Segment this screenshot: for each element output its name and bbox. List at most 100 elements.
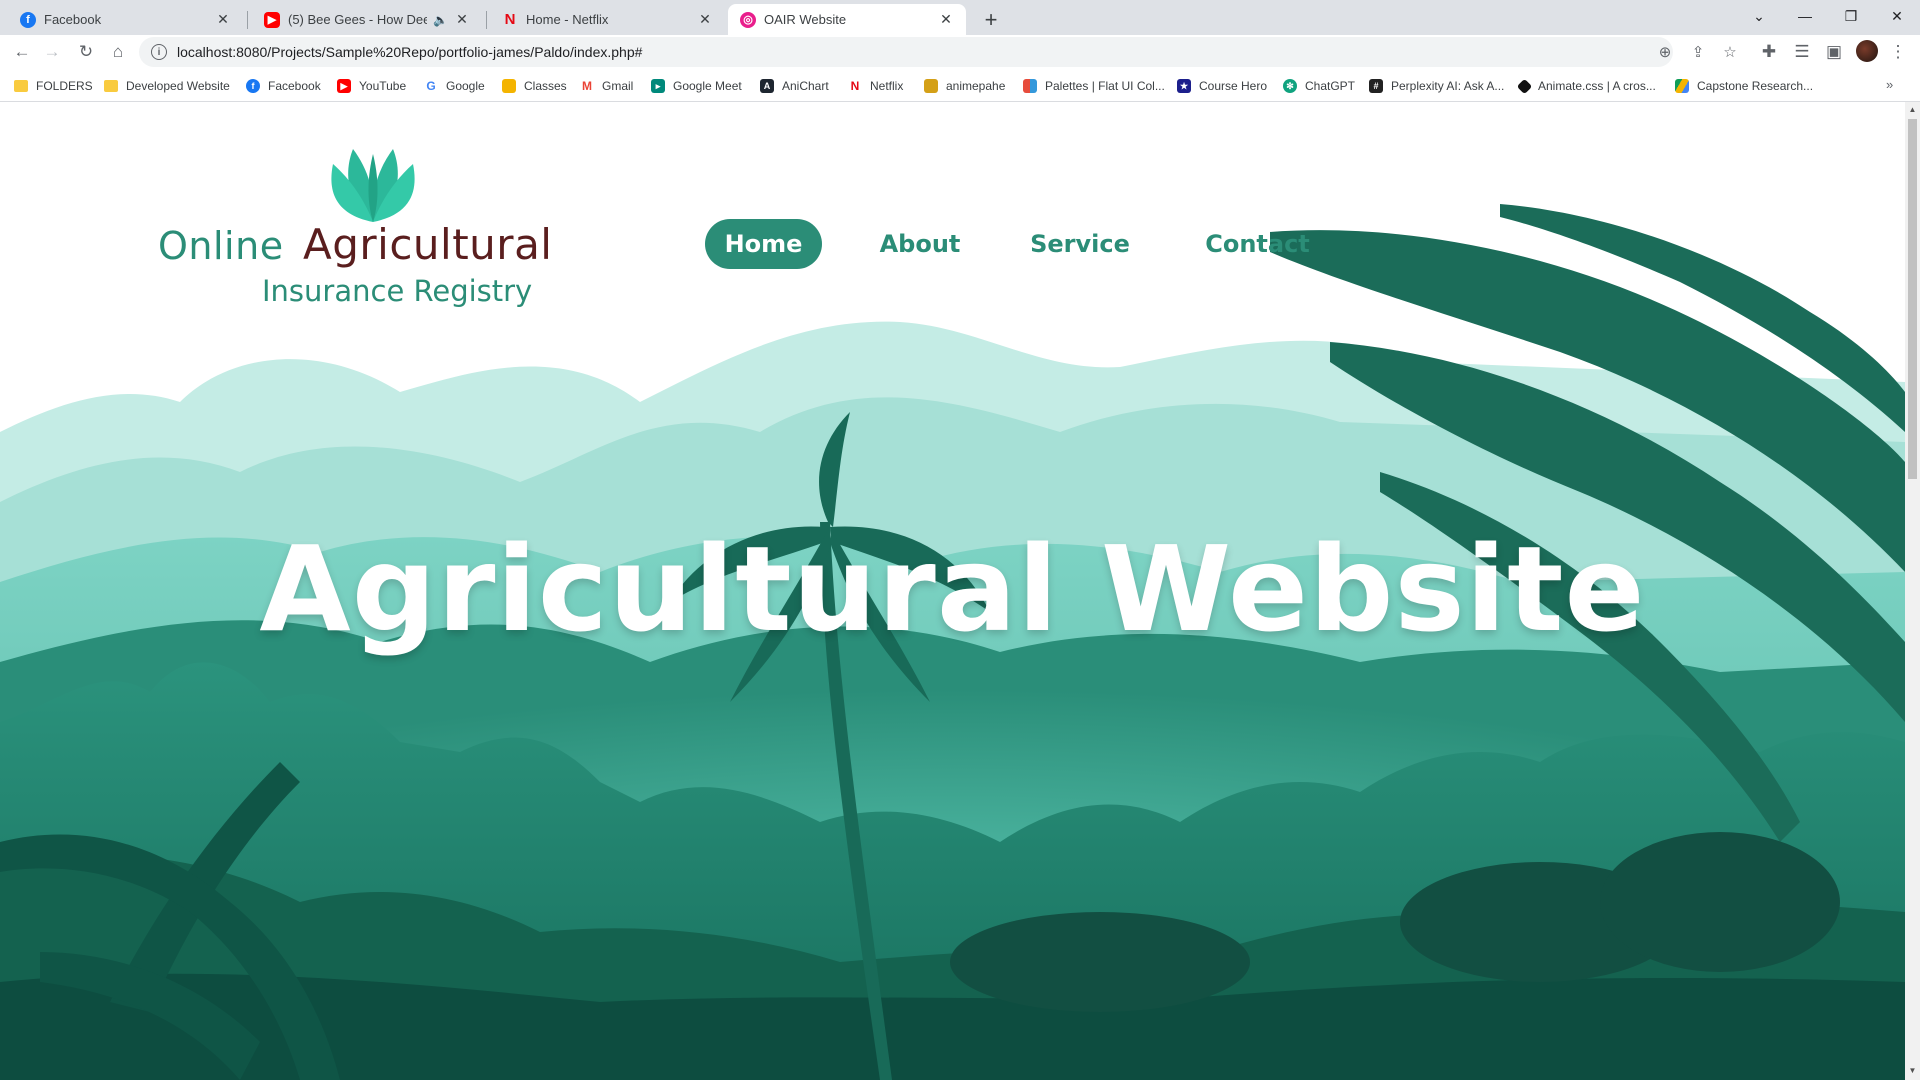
bookmark-classes[interactable]: Classes [502, 77, 567, 95]
bookmark-label: YouTube [359, 79, 407, 93]
back-icon[interactable]: ← [8, 38, 36, 66]
drive-icon [1675, 79, 1689, 93]
bookmark-google-meet[interactable]: ▸ Google Meet [651, 77, 742, 95]
animate-icon [1516, 78, 1533, 94]
site-logo[interactable]: Online Agricultural Insurance Registry [158, 144, 552, 314]
tab-strip: f Facebook ✕ ▶ (5) Bee Gees - How Deep I… [0, 0, 1920, 35]
bookmark-label: Facebook [268, 79, 321, 93]
minimize-icon[interactable]: — [1782, 0, 1828, 32]
menu-kebab-icon[interactable]: ⋮ [1884, 38, 1912, 66]
perplexity-icon: # [1369, 79, 1383, 93]
bookmark-palettes[interactable]: Palettes | Flat UI Col... [1023, 77, 1165, 95]
scroll-thumb[interactable] [1908, 119, 1917, 479]
bookmark-course-hero[interactable]: ★ Course Hero [1177, 77, 1267, 95]
bookmark-label: Google Meet [673, 79, 742, 93]
share-icon[interactable]: ⇪ [1688, 42, 1708, 62]
bookmark-facebook[interactable]: f Facebook [246, 77, 321, 95]
facebook-icon: f [20, 11, 36, 28]
bookmark-label: Palettes | Flat UI Col... [1045, 79, 1165, 93]
bookmark-folders[interactable]: FOLDERS [14, 77, 93, 95]
tab-title: OAIR Website [764, 12, 847, 27]
logo-text-registry: Insurance Registry [262, 274, 533, 308]
bookmark-google[interactable]: G Google [424, 77, 485, 95]
bookmark-label: Gmail [602, 79, 634, 93]
zoom-icon[interactable]: ⊕ [1655, 42, 1675, 62]
meet-icon: ▸ [651, 79, 665, 93]
google-icon: G [426, 79, 436, 93]
nav-about[interactable]: About [870, 219, 970, 269]
scroll-down-icon[interactable]: ▼ [1908, 1066, 1917, 1076]
more-bookmarks-icon[interactable]: » [1886, 77, 1893, 92]
bookmark-label: Perplexity AI: Ask A... [1391, 79, 1505, 93]
bookmark-label: Google [446, 79, 485, 93]
close-icon[interactable]: ✕ [215, 11, 231, 28]
new-tab-button[interactable]: + [977, 6, 1005, 34]
bookmark-label: Course Hero [1199, 79, 1268, 93]
forward-icon[interactable]: → [38, 38, 66, 66]
bookmark-label: Animate.css | A cros... [1538, 79, 1656, 93]
folder-icon [14, 80, 28, 92]
tab-title: Facebook [44, 12, 102, 27]
tab-youtube[interactable]: ▶ (5) Bee Gees - How Deep Is Your Love 🔈… [252, 4, 482, 35]
bookmarks-bar: FOLDERS Developed Website f Facebook ▶ You… [0, 69, 1920, 102]
bookmark-netflix[interactable]: N Netflix [848, 77, 904, 95]
tab-netflix[interactable]: N Home - Netflix ✕ [490, 4, 725, 35]
tab-search-icon[interactable]: ⌄ [1736, 0, 1782, 32]
tab-title: (5) Bee Gees - How Deep Is Your Love [288, 12, 428, 27]
bookmark-star-icon[interactable]: ☆ [1720, 42, 1740, 62]
nav-service[interactable]: Service [1025, 219, 1135, 269]
page-viewport: Online Agricultural Insurance Registry H… [0, 102, 1905, 1080]
side-panel-icon[interactable]: ▣ [1820, 38, 1848, 66]
scroll-up-icon[interactable]: ▲ [1908, 105, 1917, 115]
nav-home[interactable]: Home [705, 219, 822, 269]
extensions-icon[interactable]: ✚ [1755, 38, 1783, 66]
bookmark-perplexity[interactable]: # Perplexity AI: Ask A... [1369, 77, 1504, 95]
bookmark-gmail[interactable]: M Gmail [580, 77, 633, 95]
close-icon[interactable]: ✕ [697, 11, 713, 28]
bookmark-animepahe[interactable]: animepahe [924, 77, 1005, 95]
folder-icon [104, 80, 118, 92]
bookmark-label: AniChart [782, 79, 829, 93]
animepahe-icon [924, 79, 938, 93]
bookmark-youtube[interactable]: ▶ YouTube [337, 77, 406, 95]
coursehero-icon: ★ [1177, 79, 1191, 93]
window-close-icon[interactable]: ✕ [1874, 0, 1920, 32]
bookmark-label: animepahe [946, 79, 1006, 93]
hero-title: Agricultural Website [259, 520, 1646, 658]
bookmark-label: FOLDERS [36, 79, 93, 93]
bookmark-developed-website[interactable]: Developed Website [104, 77, 230, 95]
home-icon[interactable]: ⌂ [104, 38, 132, 66]
close-icon[interactable]: ✕ [938, 11, 954, 28]
gmail-icon: M [582, 79, 592, 93]
tab-oair-website[interactable]: ◎ OAIR Website ✕ [728, 4, 966, 35]
bookmark-anichart[interactable]: A AniChart [760, 77, 829, 95]
bookmark-label: Capstone Research... [1697, 79, 1814, 93]
netflix-icon: N [504, 11, 516, 28]
site-icon: ◎ [740, 11, 756, 28]
youtube-icon: ▶ [264, 11, 280, 28]
tab-divider [247, 11, 248, 29]
palettes-icon [1023, 79, 1037, 93]
tab-divider [486, 11, 487, 29]
bookmark-chatgpt[interactable]: ✻ ChatGPT [1283, 77, 1355, 95]
media-control-icon[interactable]: ☰ [1788, 38, 1816, 66]
logo-text-agricultural: Agricultural [303, 220, 553, 269]
address-bar[interactable]: i localhost:8080/Projects/Sample%20Repo/… [139, 37, 1737, 67]
speaker-icon[interactable]: 🔈 [433, 13, 448, 27]
bookmark-capstone-research[interactable]: Capstone Research... [1675, 77, 1813, 95]
page-scrollbar[interactable]: ▲ ▼ [1905, 102, 1920, 1080]
anichart-icon: A [760, 79, 774, 93]
reload-icon[interactable]: ↻ [72, 38, 100, 66]
facebook-icon: f [246, 79, 260, 93]
bookmark-animate-css[interactable]: Animate.css | A cros... [1516, 77, 1656, 95]
close-icon[interactable]: ✕ [454, 11, 470, 28]
tab-facebook[interactable]: f Facebook ✕ [8, 4, 243, 35]
site-info-icon[interactable]: i [151, 44, 167, 60]
nav-contact[interactable]: Contact [1200, 219, 1315, 269]
url-text[interactable]: localhost:8080/Projects/Sample%20Repo/po… [177, 44, 642, 60]
restore-icon[interactable]: ❐ [1828, 0, 1874, 32]
lotus-leaves-icon [331, 149, 415, 222]
bookmark-label: Developed Website [126, 79, 230, 93]
browser-toolbar: ← → ↻ ⌂ i localhost:8080/Projects/Sample… [0, 35, 1920, 69]
profile-avatar[interactable] [1856, 40, 1878, 62]
